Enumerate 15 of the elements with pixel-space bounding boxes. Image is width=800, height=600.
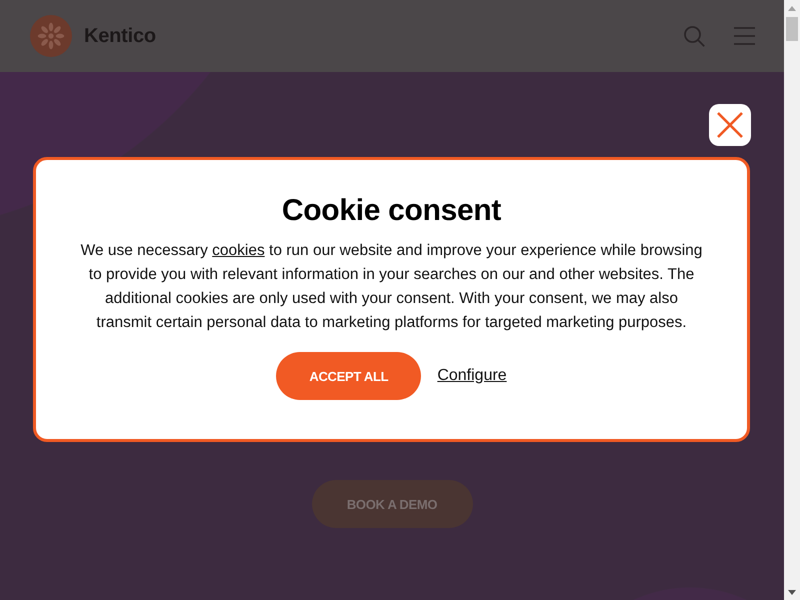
scrollbar[interactable] (784, 0, 800, 600)
dialog-title: Cookie consent (282, 193, 502, 229)
configure-link[interactable]: Configure (437, 367, 507, 385)
search-icon (684, 26, 704, 46)
close-icon (717, 112, 743, 138)
scrollbar-thumb[interactable] (786, 17, 798, 41)
scroll-down-icon[interactable] (788, 590, 796, 594)
cookies-link[interactable]: cookies (212, 242, 265, 259)
logo-icon (30, 15, 72, 57)
search-button[interactable] (683, 25, 705, 47)
consent-text: We use necessary cookies to run our website and improve your experience while browsing to provide you with relevant information in your searches on our and other websites. The additional cookies are only used with your consent. With your consent, we may also transmit certain personal data to marketing platforms for targeted marketing purposes. (80, 241, 704, 333)
menu-icon (734, 27, 754, 45)
close-button[interactable] (709, 104, 751, 146)
menu-button[interactable] (733, 25, 755, 47)
scroll-up-icon[interactable] (788, 6, 796, 10)
